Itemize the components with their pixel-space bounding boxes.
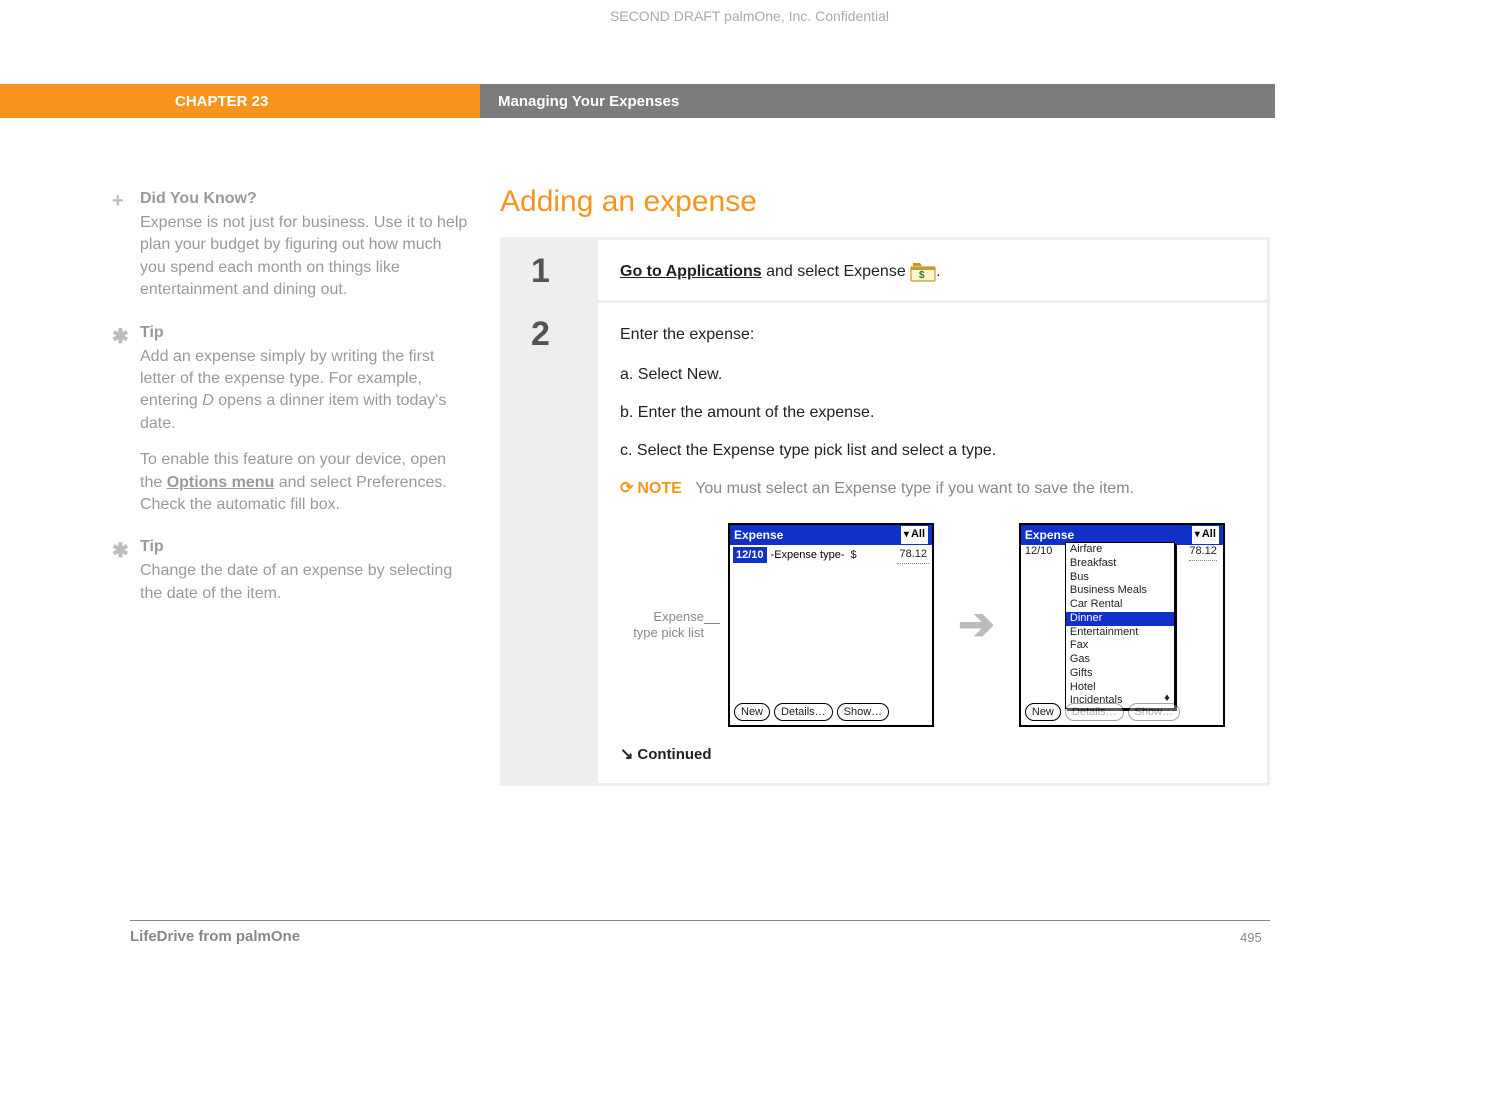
palm-show-button-r[interactable]: Show…: [1128, 703, 1181, 722]
dropdown-option[interactable]: Airfare: [1066, 543, 1174, 557]
palm-details-button[interactable]: Details…: [774, 703, 833, 722]
did-you-know-title: Did You Know?: [140, 190, 470, 208]
palm-date-right[interactable]: 12/10: [1025, 543, 1053, 560]
step-1-body: Go to Applications and select Expense $ …: [598, 240, 1267, 300]
arrow-right-icon: ➔: [958, 592, 995, 658]
palm-titlebar-left: Expense All: [730, 525, 932, 545]
palm-category-filter[interactable]: All: [901, 526, 928, 544]
shot-label-line2: type pick list: [633, 625, 704, 640]
dropdown-option[interactable]: Business Meals: [1066, 584, 1174, 598]
step2-b: b. Enter the amount of the expense.: [620, 401, 1247, 425]
palm-type-dropdown[interactable]: Airfare Breakfast Bus Business Meals Car…: [1065, 542, 1175, 709]
asterisk-icon: ✱: [112, 324, 129, 349]
chapter-title: Managing Your Expenses: [480, 84, 1275, 118]
page-heading: Adding an expense: [500, 185, 1270, 219]
dropdown-option[interactable]: Breakfast: [1066, 557, 1174, 571]
footer-page-number: 495: [1240, 930, 1262, 945]
screenshots-area: Expense type pick list Expense All 12/10…: [620, 523, 1247, 727]
tip-title-2: Tip: [140, 538, 470, 556]
chapter-header-bar: CHAPTER 23 Managing Your Expenses: [0, 84, 1275, 118]
sidebar: + Did You Know? Expense is not just for …: [140, 190, 470, 627]
palm-amount-right[interactable]: 78.12: [1189, 543, 1217, 561]
tip-text-2: Change the date of an expense by selecti…: [140, 560, 470, 605]
step2-c: c. Select the Expense type pick list and…: [620, 439, 1247, 463]
go-to-applications-link[interactable]: Go to Applications: [620, 263, 762, 280]
dropdown-option[interactable]: Fax: [1066, 639, 1174, 653]
palm-category-filter-r[interactable]: All: [1192, 526, 1219, 544]
step-1-row: 1 Go to Applications and select Expense …: [500, 237, 1270, 303]
options-menu-link[interactable]: Options menu: [167, 474, 275, 491]
main-content: Adding an expense 1 Go to Applications a…: [500, 185, 1270, 786]
chapter-number: CHAPTER 23: [0, 84, 480, 118]
step-2-row: 2 Enter the expense: a. Select New. b. E…: [500, 303, 1270, 786]
dropdown-option[interactable]: Hotel: [1066, 681, 1174, 695]
dropdown-option[interactable]: Car Rental: [1066, 598, 1174, 612]
palm-new-button-r[interactable]: New: [1025, 703, 1061, 722]
svg-text:$: $: [919, 270, 925, 281]
tip-title-1: Tip: [140, 324, 470, 342]
step2-substeps: a. Select New. b. Enter the amount of th…: [620, 363, 1247, 463]
palm-details-button-r[interactable]: Details…: [1065, 703, 1124, 722]
step-1-number: 1: [503, 240, 598, 300]
continued-arrow-icon: ↘: [620, 743, 633, 767]
tip1-em: D: [202, 392, 214, 409]
asterisk-icon: ✱: [112, 538, 129, 563]
dropdown-option[interactable]: Gifts: [1066, 667, 1174, 681]
palm-screen-right: Expense All 12/10 78.12 Airfare Breakfas…: [1019, 523, 1225, 727]
dropdown-option[interactable]: Bus: [1066, 571, 1174, 585]
palm-title-text: Expense: [734, 526, 783, 544]
plus-icon: +: [112, 190, 124, 213]
continued-indicator: ↘Continued: [620, 743, 1247, 767]
step-2-body: Enter the expense: a. Select New. b. Ent…: [598, 303, 1267, 783]
dropdown-option-selected[interactable]: Dinner: [1066, 612, 1174, 626]
step1-after: and select Expense: [762, 263, 911, 280]
dropdown-option[interactable]: Gas: [1066, 653, 1174, 667]
palm-expense-row-left: 12/10 -Expense type- $ 78.12: [730, 545, 932, 565]
palm-date-left[interactable]: 12/10: [733, 547, 767, 564]
note-label: NOTE: [637, 480, 681, 497]
did-you-know-text: Expense is not just for business. Use it…: [140, 212, 470, 302]
step2-intro: Enter the expense:: [620, 323, 1247, 347]
continued-text: Continued: [637, 746, 711, 763]
footer-product-name: LifeDrive from palmOne: [130, 928, 300, 945]
dropdown-option[interactable]: Entertainment: [1066, 626, 1174, 640]
palm-buttons-left: New Details… Show…: [734, 703, 889, 722]
step-2-number: 2: [503, 303, 598, 783]
tip-text-1b: To enable this feature on your device, o…: [140, 449, 470, 516]
tip-block-1: ✱ Tip Add an expense simply by writing t…: [140, 324, 470, 517]
palm-currency: $: [851, 547, 857, 564]
palm-buttons-right: New Details… Show…: [1025, 703, 1180, 722]
tip-block-2: ✱ Tip Change the date of an expense by s…: [140, 538, 470, 605]
palm-show-button[interactable]: Show…: [837, 703, 890, 722]
expense-app-icon: $: [910, 261, 936, 283]
palm-amount-left[interactable]: 78.12: [897, 546, 929, 564]
note-row: ⟳NOTE You must select an Expense type if…: [620, 477, 1247, 501]
palm-screen-left: Expense All 12/10 -Expense type- $ 78.12…: [728, 523, 934, 727]
footer-divider: [130, 920, 1270, 921]
shot-label-line1: Expense: [653, 609, 704, 624]
palm-type-picklist[interactable]: -Expense type-: [771, 547, 845, 564]
step1-period: .: [936, 263, 940, 280]
note-icon: ⟳: [620, 480, 633, 497]
shot-callout-label: Expense type pick list: [620, 609, 704, 642]
confidential-header: SECOND DRAFT palmOne, Inc. Confidential: [0, 8, 1499, 24]
step2-a: a. Select New.: [620, 363, 1247, 387]
note-text: You must select an Expense type if you w…: [695, 480, 1134, 497]
palm-new-button[interactable]: New: [734, 703, 770, 722]
did-you-know-block: + Did You Know? Expense is not just for …: [140, 190, 470, 302]
tip-text-1a: Add an expense simply by writing the fir…: [140, 346, 470, 436]
